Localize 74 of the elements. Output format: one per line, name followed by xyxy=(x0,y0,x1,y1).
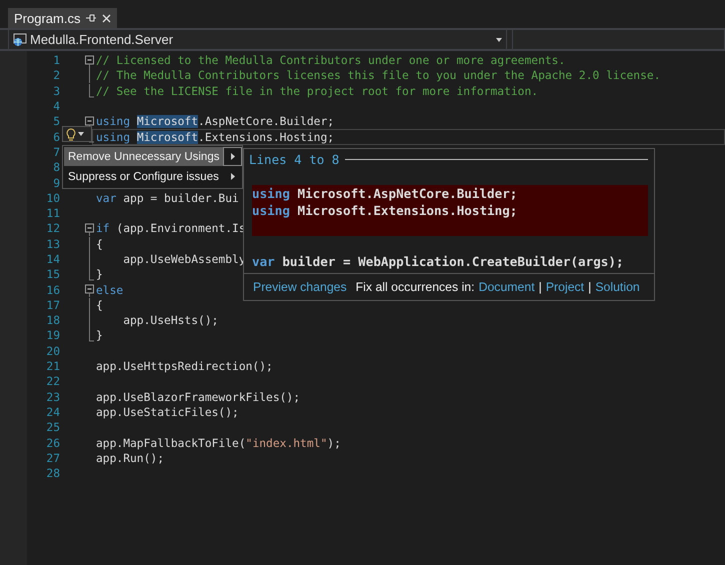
menu-item[interactable]: Remove Unnecessary Usings xyxy=(64,147,242,166)
line-number: 20 xyxy=(45,344,60,358)
line-number: 9 xyxy=(52,176,60,190)
menu-item[interactable]: Suppress or Configure issues xyxy=(64,167,242,186)
line-number: 27 xyxy=(45,452,60,465)
caret-icon xyxy=(78,132,84,136)
code-line: app.UseHsts(); xyxy=(122,314,218,328)
close-icon[interactable] xyxy=(102,14,112,22)
code-line: { xyxy=(96,298,103,312)
line-number: 26 xyxy=(45,436,60,450)
line-number: 17 xyxy=(45,298,60,312)
code-line: } xyxy=(96,268,103,282)
submenu-arrow-icon xyxy=(230,173,234,180)
line-number: 5 xyxy=(52,115,60,128)
line-number: 3 xyxy=(52,84,60,98)
scope-link[interactable]: Project xyxy=(546,280,584,294)
code-line: // See the LICENSE file in the project root for more information. xyxy=(96,84,538,98)
line-number: 10 xyxy=(45,192,60,205)
line-number: 19 xyxy=(45,329,60,342)
code-line: if (app.Environment.Is xyxy=(96,222,246,236)
fix-all-label: Fix all occurrences in: xyxy=(356,280,475,294)
file-tab[interactable]: Program.cs xyxy=(8,8,118,28)
line-number: 16 xyxy=(45,284,60,297)
line-number: 21 xyxy=(45,360,60,374)
code-line: } xyxy=(96,329,103,342)
collapse-icon[interactable] xyxy=(85,282,95,298)
code-line: { xyxy=(96,238,103,251)
code-line: app.Run(); xyxy=(96,452,164,465)
line-number: 6 xyxy=(52,130,60,144)
preview-code: using Microsoft.AspNetCore.Builder; xyxy=(252,186,518,201)
line-number: 14 xyxy=(45,253,60,266)
code-line: using Microsoft.AspNetCore.Builder; xyxy=(96,115,334,128)
collapse-icon[interactable] xyxy=(85,53,95,68)
code-line: // The Medulla Contributors licenses this file to you under the Apache 2.0 license. xyxy=(96,69,661,82)
scope-link[interactable]: Solution xyxy=(595,280,640,294)
project-name: Medulla.Frontend.Server xyxy=(30,32,174,47)
line-number: 11 xyxy=(45,207,60,220)
code-line: app.UseWebAssembly xyxy=(122,253,246,266)
code-line: app.UseStaticFiles(); xyxy=(96,406,239,419)
preview-header: Lines 4 to 8 xyxy=(249,152,340,167)
pin-icon[interactable] xyxy=(86,14,96,22)
scope-link[interactable]: Document xyxy=(478,280,535,294)
line-number: 7 xyxy=(52,146,60,159)
line-number: 8 xyxy=(52,161,60,174)
preview-code: var builder = WebApplication.CreateBuilder(args); xyxy=(252,254,624,269)
line-number: 18 xyxy=(45,314,60,328)
line-number: 15 xyxy=(45,268,60,282)
submenu-arrow-icon xyxy=(230,153,234,160)
code-line: else xyxy=(96,284,124,297)
line-number: 2 xyxy=(52,69,60,82)
line-number: 22 xyxy=(45,375,60,388)
code-line: app.UseHttpsRedirection(); xyxy=(96,360,273,374)
code-line: app.UseBlazorFrameworkFiles(); xyxy=(96,390,300,404)
line-number: 4 xyxy=(52,100,60,114)
code-line: app.MapFallbackToFile("index.html"); xyxy=(96,436,341,450)
line-number: 12 xyxy=(45,222,60,236)
preview-code: using Microsoft.Extensions.Hosting; xyxy=(252,203,518,218)
lightbulb-icon xyxy=(66,128,76,140)
quick-actions-button[interactable] xyxy=(62,126,92,142)
dropdown-arrow-icon xyxy=(496,38,502,42)
line-number: 25 xyxy=(45,421,60,434)
globe-icon xyxy=(13,32,27,46)
separator: | xyxy=(588,280,592,294)
line-number: 24 xyxy=(45,406,60,419)
line-number: 23 xyxy=(45,390,60,404)
code-line: using Microsoft.Extensions.Hosting; xyxy=(96,130,334,144)
code-line: // Licensed to the Medulla Contributors under one or more agreements. xyxy=(96,54,566,68)
line-number: 13 xyxy=(45,238,60,251)
separator: | xyxy=(538,280,542,294)
line-number: 28 xyxy=(45,467,60,480)
collapse-icon[interactable] xyxy=(85,221,95,236)
line-number: 1 xyxy=(52,54,60,68)
code-line: var app = builder.Bui xyxy=(96,192,239,205)
preview-changes-link[interactable]: Preview changes xyxy=(253,280,347,294)
